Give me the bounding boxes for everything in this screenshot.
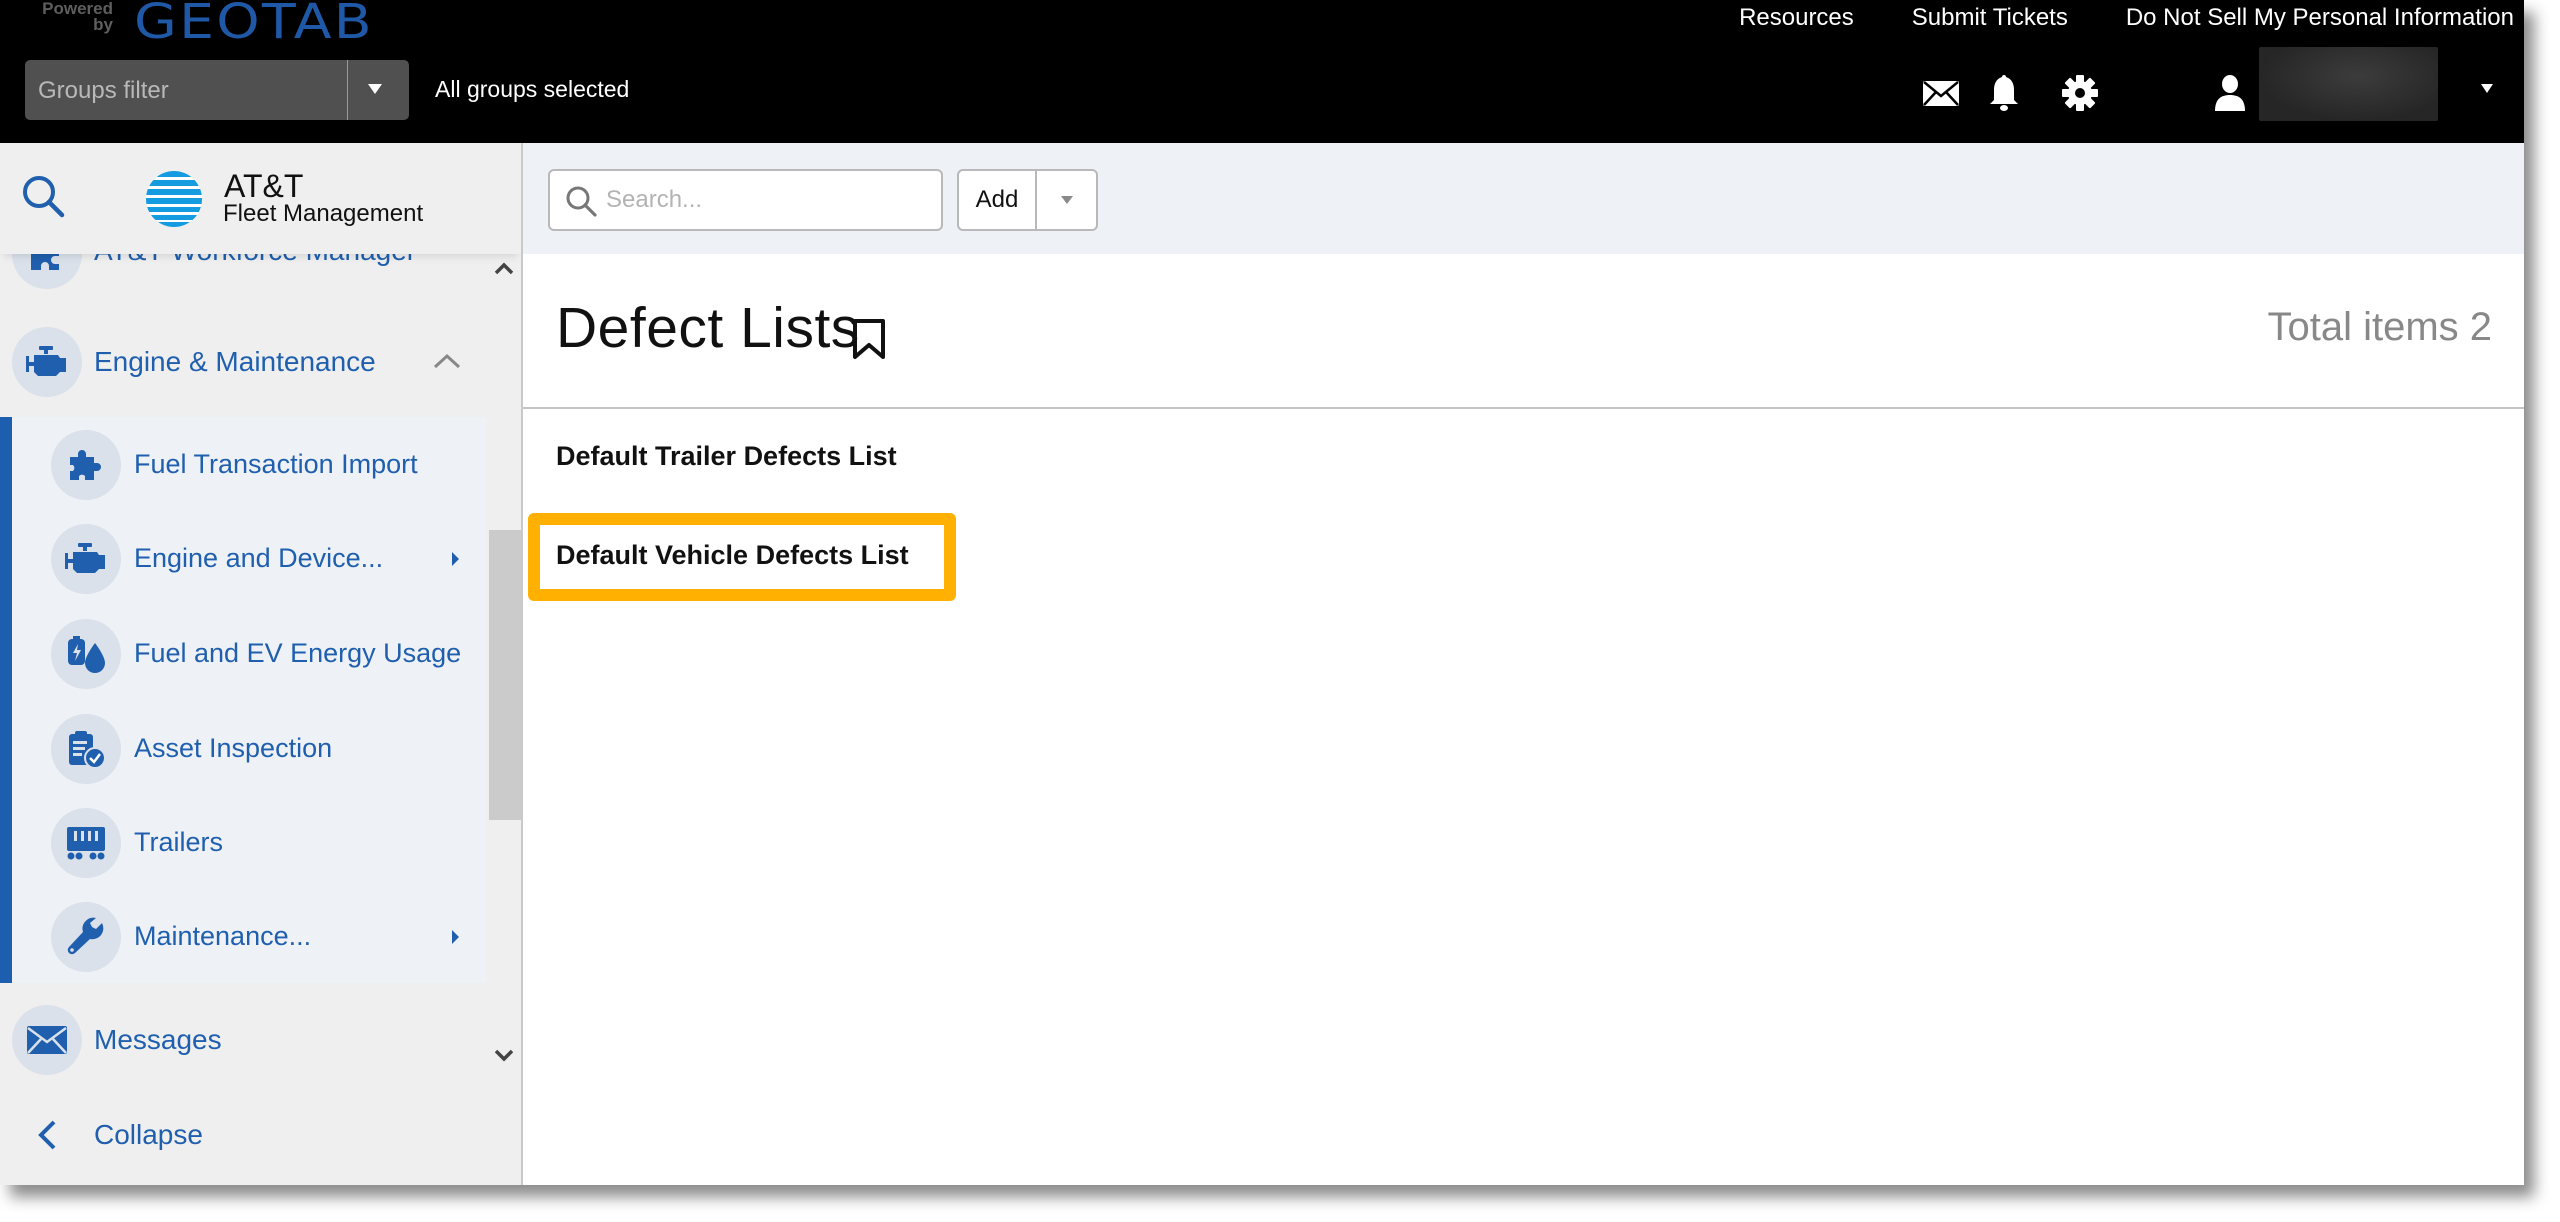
fuel-ev-icon-circle (51, 619, 121, 689)
do-not-sell-link[interactable]: Do Not Sell My Personal Information (2126, 4, 2514, 32)
mail-icon-circle (12, 1005, 82, 1075)
collapse-sidebar-button[interactable]: Collapse (0, 1089, 486, 1181)
engine-icon-circle (12, 327, 82, 397)
gear-icon[interactable] (2060, 73, 2100, 113)
bell-icon[interactable] (1984, 73, 2024, 113)
fuel-ev-icon (68, 636, 105, 673)
defect-list-item[interactable]: Default Vehicle Defects List (556, 540, 909, 571)
bookmark-icon[interactable] (850, 317, 888, 361)
user-menu-caret-icon[interactable] (2481, 84, 2493, 93)
wrench-icon (67, 917, 104, 955)
engine-icon (65, 543, 105, 573)
page-title: Defect Lists (556, 296, 860, 360)
geotab-logo: GEOTAB (134, 0, 374, 50)
wrench-icon-circle (51, 902, 121, 972)
trailer-icon (67, 827, 105, 860)
add-dropdown-button[interactable] (1037, 171, 1096, 229)
top-header: Powered by GEOTAB Groups filter All grou… (0, 0, 2524, 143)
header-divider (523, 407, 2524, 409)
total-items-count: Total items 2 (2267, 305, 2492, 349)
scroll-up-icon[interactable] (493, 260, 515, 276)
mail-icon (27, 1026, 67, 1054)
main-toolbar: Add (523, 143, 2524, 254)
groups-filter-placeholder: Groups filter (38, 77, 169, 104)
sidebar-item-label: Fuel Transaction Import (134, 449, 418, 479)
clipboard-check-icon (69, 731, 106, 769)
puzzle-icon-circle (51, 430, 121, 500)
submit-tickets-link[interactable]: Submit Tickets (1912, 4, 2068, 32)
chevron-down-icon[interactable] (368, 84, 382, 94)
mail-icon[interactable] (1921, 73, 1961, 113)
user-icon[interactable] (2210, 73, 2250, 113)
user-name-redacted[interactable] (2259, 47, 2438, 121)
clipboard-check-icon-circle (51, 714, 121, 784)
powered-by-label: Powered by (42, 0, 113, 34)
submenu-arrow-icon (452, 930, 459, 944)
add-button-group: Add (957, 169, 1098, 231)
sidebar-item-engine-device[interactable]: Engine and Device... (0, 513, 486, 605)
chevron-down-icon (1060, 196, 1073, 204)
sidebar: AT&T Fleet Management AT&T Workforce Man… (0, 143, 523, 1185)
search-input[interactable] (606, 183, 926, 217)
sidebar-item-label: Engine and Device... (134, 543, 384, 573)
trailer-icon-circle (51, 808, 121, 878)
top-links: Resources Submit Tickets Do Not Sell My … (1739, 4, 2514, 32)
search-icon (566, 186, 597, 217)
groups-filter[interactable]: Groups filter (25, 60, 409, 120)
chevron-left-icon (38, 1120, 56, 1150)
main-content: Add Defect Lists Total items 2 Default T… (523, 143, 2524, 1185)
sidebar-scrollbar-thumb[interactable] (489, 530, 521, 820)
chevron-up-icon[interactable] (432, 352, 462, 370)
sidebar-item-asset-inspection[interactable]: Asset Inspection (0, 703, 486, 795)
att-logo-subtitle: Fleet Management (223, 200, 424, 227)
sidebar-item-engine-maintenance[interactable]: Engine & Maintenance (0, 316, 486, 408)
app-window: Powered by GEOTAB Groups filter All grou… (0, 0, 2524, 1185)
sidebar-item-label: Asset Inspection (134, 733, 333, 763)
submenu-arrow-icon (452, 552, 459, 566)
att-globe-logo (146, 171, 202, 227)
engine-icon (26, 346, 66, 376)
puzzle-icon (70, 450, 101, 480)
collapse-label: Collapse (94, 1119, 203, 1150)
resources-link[interactable]: Resources (1739, 4, 1854, 32)
sidebar-item-label: Maintenance... (134, 921, 312, 951)
sidebar-item-fuel-transaction-import[interactable]: Fuel Transaction Import (0, 419, 486, 511)
sidebar-item-label: Trailers (134, 827, 224, 857)
engine-icon-circle (51, 524, 121, 594)
sidebar-logo-bar: AT&T Fleet Management (0, 143, 521, 254)
search-field[interactable] (548, 169, 943, 231)
sidebar-item-label: Engine & Maintenance (94, 346, 376, 377)
add-button[interactable]: Add (959, 171, 1037, 229)
scroll-down-icon[interactable] (493, 1048, 515, 1064)
sidebar-item-maintenance[interactable]: Maintenance... (0, 891, 486, 983)
groups-status: All groups selected (435, 76, 630, 102)
sidebar-item-fuel-ev-energy[interactable]: Fuel and EV Energy Usage (0, 608, 486, 700)
sidebar-item-label: Messages (94, 1024, 222, 1055)
sidebar-item-messages[interactable]: Messages (0, 994, 486, 1086)
att-logo-title: AT&T (224, 168, 304, 204)
groups-filter-divider (347, 60, 348, 120)
defect-list-item[interactable]: Default Trailer Defects List (556, 441, 897, 472)
sidebar-item-label: Fuel and EV Energy Usage (134, 638, 462, 668)
sidebar-item-trailers[interactable]: Trailers (0, 797, 486, 889)
sidebar-submenu: Fuel Transaction Import Engine and Devic… (0, 417, 486, 983)
search-icon[interactable] (20, 173, 66, 219)
